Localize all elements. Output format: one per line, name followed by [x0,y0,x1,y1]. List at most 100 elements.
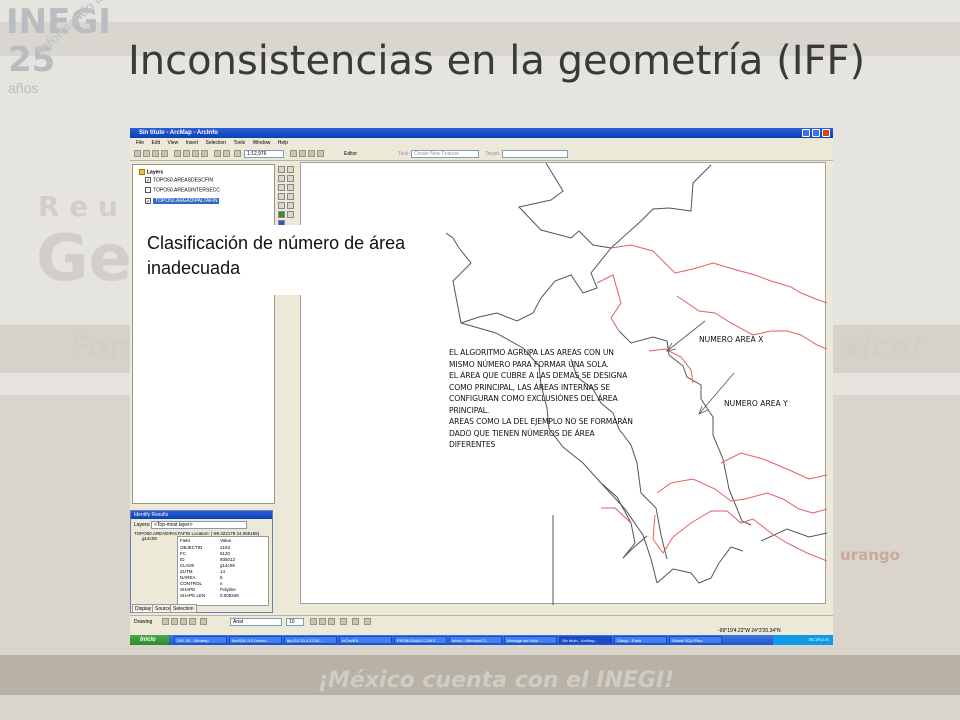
measure-icon[interactable] [287,202,294,209]
taskbar-item[interactable]: ftp://10.23.4.37/20... [284,636,337,644]
zoom-in-icon[interactable] [278,166,285,173]
delete-icon[interactable] [201,150,208,157]
paste-icon[interactable] [192,150,199,157]
table-row: SHAPE Polyline [180,587,236,592]
background-word-1: R e u [38,190,118,223]
redo-icon[interactable] [223,150,230,157]
bold-icon[interactable] [310,618,317,625]
open-icon[interactable] [143,150,150,157]
menu-file[interactable]: File [136,140,144,146]
row-value: 2153 [220,545,231,550]
annotation-line: CONFIGURAN COMO EXCLUSIÓNES DEL ÁREA [449,394,618,403]
slide-title: Inconsistencias en la geometría (IFF) [128,38,866,84]
print-icon[interactable] [161,150,168,157]
hyperlink-icon[interactable] [287,211,294,218]
map-annotation: EL ALGORITMO AGRUPA LAS AREAS CON UN MIS… [449,347,649,451]
copy-icon[interactable] [183,150,190,157]
taskbar-item[interactable]: ArcSDE 9.0 Develo... [229,636,282,644]
toc-layer-item[interactable]: ✓ TOPO50.AREADIPALTAFIN [145,198,220,205]
taskbar-item[interactable]: PROBLEMAS CON E... [394,636,447,644]
font-select[interactable]: Arial [230,618,282,626]
row-value: n [220,581,223,586]
find-icon[interactable] [287,193,294,200]
fill-color-icon[interactable] [352,618,359,625]
annotation-line: COMO PRINCIPAL, LAS ÁREAS INTERNAS SE [449,382,611,392]
select-elements-tool-icon[interactable] [162,618,169,625]
arctoolbox-icon[interactable] [299,150,306,157]
zoom-out-icon[interactable] [278,175,285,182]
toc-layer-label: TOPO50.AREASINTERSECC [153,187,220,194]
start-button[interactable]: Inicio [130,635,170,645]
undo-icon[interactable] [214,150,221,157]
command-line-icon[interactable] [308,150,315,157]
taskbar-item[interactable]: 290, 09 - Winamp [174,636,227,644]
taskbar-item[interactable]: Inbox - Microsoft O... [449,636,502,644]
underline-icon[interactable] [328,618,335,625]
font-size-select[interactable]: 10 [286,618,304,626]
label-area-x: NUMERO AREA X [699,335,764,344]
menu-edit[interactable]: Edit [151,140,160,146]
italic-icon[interactable] [319,618,326,625]
fixed-zoom-out-icon[interactable] [278,193,285,200]
row-field: NAREA [180,575,196,580]
help-icon[interactable] [317,150,324,157]
toc-root-layers[interactable]: Layers [139,169,163,175]
toc-layer-item[interactable]: ✓ TOPO50.AREASDESCFIN [145,177,213,184]
map-highlighted-area [652,514,674,554]
select-elements-icon[interactable] [287,175,294,182]
menu-window[interactable]: Window [253,140,271,146]
maximize-icon[interactable] [812,129,820,137]
taskbar-item[interactable]: Oracle SQL*Plus [669,636,722,644]
task-select[interactable]: Create New Feature [411,150,479,158]
close-icon[interactable] [822,129,830,137]
rectangle-icon[interactable] [189,618,196,625]
font-color-icon[interactable] [340,618,347,625]
line-color-icon[interactable] [364,618,371,625]
target-select[interactable] [502,150,568,158]
full-extent-icon[interactable] [278,211,285,218]
menu-view[interactable]: View [167,140,178,146]
menu-selection[interactable]: Selection [206,140,227,146]
save-icon[interactable] [152,150,159,157]
taskbar-item[interactable]: inCmdFd [339,636,392,644]
menu-insert[interactable]: Insert [186,140,199,146]
background-word-3: Fort [70,330,138,365]
taskbar-item[interactable]: Mensaje sin título [504,636,557,644]
menu-help[interactable]: Help [278,140,288,146]
identify-title[interactable]: Identify Results [131,511,272,519]
table-row: OBJECTID 2153 [180,545,230,550]
identify-layers-select[interactable]: <Top-most layer> [151,521,247,529]
map-boundary-line [445,232,472,324]
fixed-zoom-in-icon[interactable] [278,184,285,191]
identify-icon[interactable] [287,184,294,191]
editor-toolbar-icon[interactable] [290,150,297,157]
row-field: SHAPE [180,587,196,592]
background-word-4: xico! [842,330,924,365]
zoom-whole-page-icon[interactable] [180,618,187,625]
table-header: Field Value [180,538,231,543]
window-titlebar[interactable]: Sin título - ArcMap - ArcInfo [130,128,833,138]
layer-checkbox[interactable] [145,187,151,193]
editor-menu[interactable]: Editor [344,151,357,157]
target-label: Target: [485,151,501,157]
cut-icon[interactable] [174,150,181,157]
scale-input[interactable]: 1:12,976 [244,150,284,158]
pan-icon[interactable] [278,202,285,209]
rotate-icon[interactable] [171,618,178,625]
arcmap-window: Sin título - ArcMap - ArcInfo File Edit … [130,128,833,645]
toc-layer-item[interactable]: TOPO50.AREASINTERSECC [145,187,220,193]
new-document-icon[interactable] [134,150,141,157]
text-tool-icon[interactable] [200,618,207,625]
classification-callout: Clasificación de número de área inadecua… [144,225,441,295]
layer-checkbox[interactable]: ✓ [145,198,151,205]
drawing-menu[interactable]: Drawing [134,619,152,625]
footer-slogan: ¡México cuenta con el INEGI! [318,668,675,693]
taskbar-item[interactable]: Sin título - ArcMap - [559,636,612,644]
layer-checkbox[interactable]: ✓ [145,177,151,184]
menu-tools[interactable]: Tools [233,140,245,146]
select-features-icon[interactable] [287,166,294,173]
taskbar-item[interactable]: Dibujo - Paint [614,636,667,644]
minimize-icon[interactable] [802,129,810,137]
add-data-icon[interactable] [234,150,241,157]
tab-selection[interactable]: Selection [170,604,197,613]
